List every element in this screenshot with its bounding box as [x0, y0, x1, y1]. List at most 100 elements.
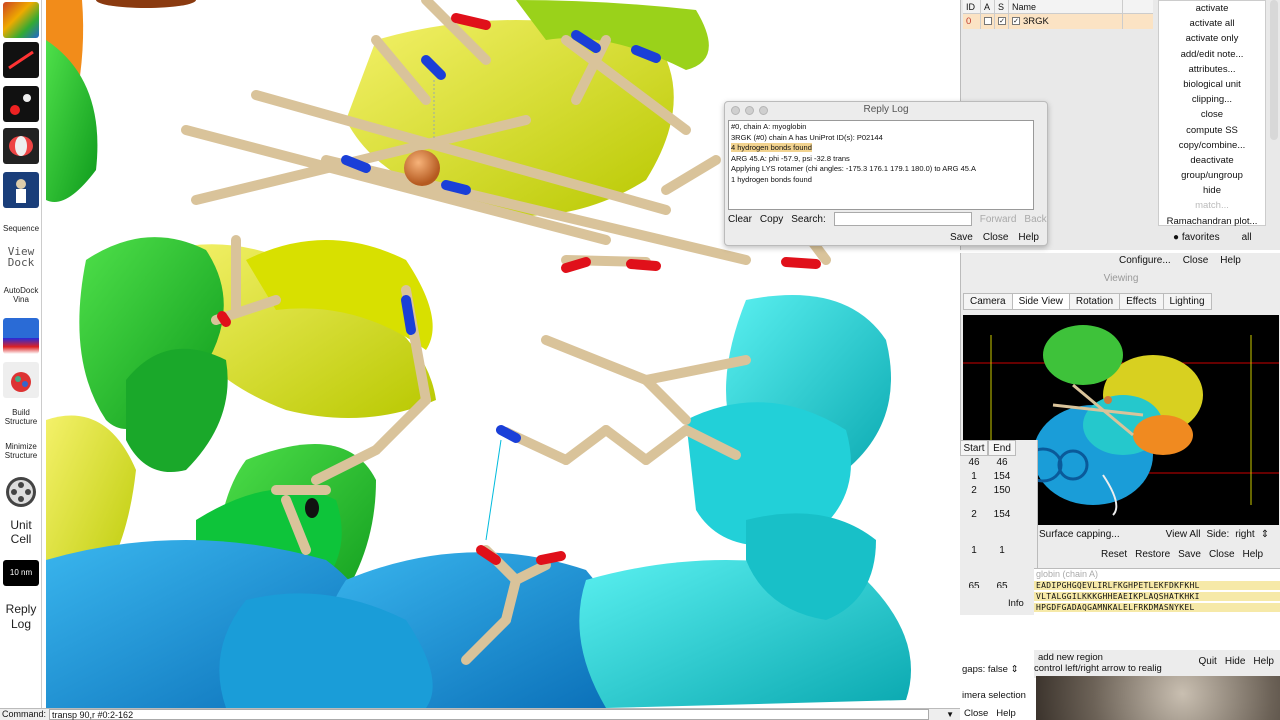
unit-cell-tool-button[interactable]: Unit Cell	[2, 518, 40, 546]
model-panel-close-button[interactable]: Close	[1183, 255, 1209, 269]
tab-lighting[interactable]: Lighting	[1162, 293, 1212, 310]
zoom-window-icon[interactable]	[759, 106, 768, 115]
minimize-window-icon[interactable]	[745, 106, 754, 115]
tool-button-5[interactable]	[2, 172, 40, 208]
header-shown[interactable]: S	[995, 0, 1009, 13]
model-row[interactable]: 0 ✓ ✓ 3RGK	[963, 14, 1153, 29]
cmd-match[interactable]: match...	[1159, 198, 1265, 213]
build-structure-tool-button[interactable]: Build Structure	[2, 408, 40, 426]
hide-button[interactable]: Hide	[1225, 656, 1246, 667]
sequence-help-button[interactable]: Help	[1253, 656, 1274, 667]
minimize-structure-tool-button[interactable]: Minimize Structure	[2, 442, 40, 460]
sequence-line[interactable]: VLTALGGILKKKGHHEAEIKPLAQSHATKHKI	[1034, 592, 1280, 601]
region-row[interactable]: 1 154	[960, 470, 1037, 484]
region-row[interactable]: 2 154	[960, 508, 1037, 522]
model-shown-checkbox[interactable]: ✓	[1012, 17, 1020, 26]
model-active-checkbox[interactable]: ✓	[998, 17, 1006, 26]
tool-button-9[interactable]	[2, 318, 40, 354]
region-row[interactable]: 46 46	[960, 456, 1037, 470]
scale-bar-tool-button[interactable]: 10 nm	[2, 560, 40, 586]
cmd-hide[interactable]: hide	[1159, 183, 1265, 198]
header-id[interactable]: ID	[963, 0, 981, 13]
sequence-line[interactable]: EADIPGHGQEVLIRLFKGHPETLEKFDKFKHL	[1034, 581, 1280, 590]
bottom-help-button[interactable]: Help	[996, 708, 1016, 719]
region-row[interactable]: 65 65	[960, 580, 1037, 588]
chimera-desktop: Sequence View Dock AutoDock Vina Build S…	[0, 0, 1280, 720]
tab-camera[interactable]: Camera	[963, 293, 1013, 310]
configure-button[interactable]: Configure...	[1119, 255, 1171, 269]
restore-button[interactable]: Restore	[1135, 549, 1170, 560]
header-active[interactable]: A	[981, 0, 995, 13]
viewdock-tool-button[interactable]: View Dock	[2, 246, 40, 268]
header-start[interactable]: Start	[960, 440, 988, 456]
favorites-radio[interactable]: ● favorites	[1173, 232, 1220, 243]
copy-button[interactable]: Copy	[760, 214, 783, 225]
commands-scrollbar[interactable]	[1270, 0, 1278, 140]
cmd-group-ungroup[interactable]: group/ungroup	[1159, 168, 1265, 183]
tool-button-4[interactable]	[2, 128, 40, 164]
info-button[interactable]: Info	[1008, 598, 1024, 609]
cmd-clipping[interactable]: clipping...	[1159, 92, 1265, 107]
sequence-bottom-bar: add new region control left/right arrow …	[1034, 650, 1280, 678]
reply-save-button[interactable]: Save	[950, 232, 973, 243]
cmd-compute-ss[interactable]: compute SS	[1159, 123, 1265, 138]
cmd-ramachandran-plot[interactable]: Ramachandran plot...	[1159, 214, 1265, 229]
cmd-activate-all[interactable]: activate all	[1159, 16, 1265, 31]
command-history-dropdown-icon[interactable]: ▼	[946, 709, 954, 720]
viewing-save-button[interactable]: Save	[1178, 549, 1201, 560]
region-row[interactable]: 2 150	[960, 484, 1037, 498]
cmd-attributes[interactable]: attributes...	[1159, 62, 1265, 77]
clear-button[interactable]: Clear	[728, 214, 752, 225]
all-radio[interactable]: all	[1242, 232, 1252, 243]
gaps-select-arrow-icon[interactable]: ⇕	[1011, 664, 1019, 675]
model-panel-help-button[interactable]: Help	[1220, 255, 1241, 269]
view-all-button[interactable]: View All	[1166, 529, 1201, 540]
model-panel-tool-button[interactable]	[2, 2, 40, 38]
header-name[interactable]: Name	[1009, 0, 1123, 13]
tool-button-13[interactable]	[2, 474, 40, 510]
close-window-icon[interactable]	[731, 106, 740, 115]
quit-button[interactable]: Quit	[1199, 656, 1217, 667]
log-line: Applying LYS rotamer (chi angles: -175.3…	[731, 164, 977, 174]
viewing-close-button[interactable]: Close	[1209, 549, 1235, 560]
landscape-icon	[3, 318, 39, 354]
header-end[interactable]: End	[988, 440, 1016, 456]
sequence-tool-button[interactable]: Sequence	[2, 224, 40, 233]
tool-button-3[interactable]	[2, 86, 40, 122]
reply-log-text[interactable]: #0, chain A: myoglobin 3RGK (#0) chain A…	[728, 120, 1034, 210]
viewing-tabs: Camera Side View Rotation Effects Lighti…	[963, 293, 1212, 310]
cmd-add-edit-note[interactable]: add/edit note...	[1159, 47, 1265, 62]
side-select[interactable]: right	[1235, 529, 1254, 540]
reset-button[interactable]: Reset	[1101, 549, 1127, 560]
sequence-line[interactable]: HPGDFGADAQGAMNKALELFRKDMASNYKEL	[1034, 603, 1280, 612]
autodock-tool-button[interactable]: AutoDock Vina	[2, 286, 40, 304]
model-hidden-checkbox[interactable]	[984, 17, 992, 26]
tool-button-10[interactable]	[2, 362, 40, 398]
region-row[interactable]: 11	[960, 544, 1037, 558]
surface-capping-button[interactable]: Surface capping...	[1039, 529, 1120, 540]
forward-button[interactable]: Forward	[980, 214, 1017, 225]
cmd-biological-unit[interactable]: biological unit	[1159, 77, 1265, 92]
tool-button-2[interactable]	[2, 42, 40, 78]
cmd-copy-combine[interactable]: copy/combine...	[1159, 138, 1265, 153]
side-select-arrow-icon[interactable]: ⇕	[1261, 529, 1269, 540]
command-input[interactable]: transp 90,r #0:2-162	[49, 709, 930, 720]
tab-rotation[interactable]: Rotation	[1068, 293, 1121, 310]
tab-side-view[interactable]: Side View	[1011, 293, 1070, 310]
tab-effects[interactable]: Effects	[1119, 293, 1164, 310]
sequence-viewer[interactable]: globin (chain A) EADIPGHGQEVLIRLFKGHPETL…	[1034, 568, 1280, 648]
search-input[interactable]	[833, 212, 972, 226]
iron-atom[interactable]	[404, 150, 440, 186]
reply-help-button[interactable]: Help	[1018, 232, 1039, 243]
cmd-activate[interactable]: activate	[1159, 1, 1265, 16]
viewing-help-button[interactable]: Help	[1243, 549, 1264, 560]
reply-log-titlebar[interactable]: Reply Log	[725, 102, 1047, 118]
cmd-activate-only[interactable]: activate only	[1159, 31, 1265, 46]
bottom-close-button[interactable]: Close	[964, 708, 988, 719]
cmd-close[interactable]: close	[1159, 107, 1265, 122]
cmd-deactivate[interactable]: deactivate	[1159, 153, 1265, 168]
gaps-select[interactable]: false	[988, 664, 1008, 675]
reply-log-tool-button[interactable]: Reply Log	[2, 602, 40, 632]
back-button[interactable]: Back	[1024, 214, 1046, 225]
reply-close-button[interactable]: Close	[983, 232, 1009, 243]
